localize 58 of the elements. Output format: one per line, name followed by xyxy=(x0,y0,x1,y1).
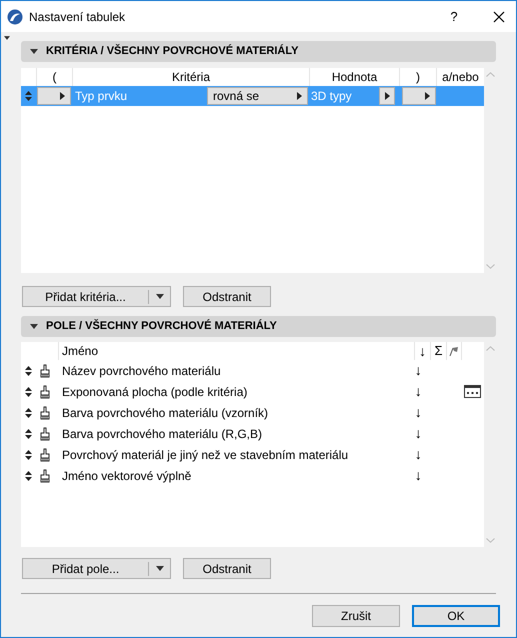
caret-right-icon xyxy=(297,92,302,100)
sort-indicator: ↓ xyxy=(414,361,423,380)
help-button[interactable]: ? xyxy=(440,6,468,26)
dots-icon xyxy=(467,391,478,397)
table-cell-text: 3D typy xyxy=(311,88,353,105)
table-cell-text: Barva povrchového materiálu (vzorník) xyxy=(60,404,270,422)
dropdown[interactable] xyxy=(37,87,71,105)
table-row[interactable]: Typ prvku rovná se 3D typy xyxy=(21,86,484,106)
table-cell-text: Exponovaná plocha (podle kritéria) xyxy=(60,384,248,400)
collapse-icon[interactable] xyxy=(4,36,10,40)
table-cell-text: Barva povrchového materiálu (R,G,B) xyxy=(60,426,264,442)
sum-column-header[interactable]: Σ xyxy=(430,342,446,360)
sort-indicator: ↓ xyxy=(414,466,423,485)
caret-down-icon xyxy=(30,324,38,329)
dialog-button[interactable]: OK xyxy=(412,605,500,627)
dropdown[interactable] xyxy=(402,87,436,105)
table-cell-text: Název povrchového materiálu xyxy=(60,362,222,380)
flag-icon[interactable] xyxy=(449,346,459,356)
dropdown[interactable] xyxy=(379,87,395,105)
split-button[interactable]: Přidat kritéria... xyxy=(22,286,171,307)
caret-down-icon xyxy=(156,294,164,299)
reorder-icon[interactable] xyxy=(24,386,32,396)
caret-right-icon xyxy=(425,92,430,100)
caret-down-icon xyxy=(156,566,164,571)
sort-indicator: ↓ xyxy=(414,403,423,422)
column-header[interactable]: Jméno xyxy=(59,342,414,360)
table-cell-text: Typ prvku xyxy=(75,88,128,105)
remove-button[interactable]: Odstranit xyxy=(183,286,271,307)
close-icon xyxy=(493,10,505,22)
caret-right-icon xyxy=(385,92,390,100)
dialog-button[interactable]: Zrušit xyxy=(312,605,400,627)
sort-indicator: ↓ xyxy=(414,445,423,464)
window-title: Nastavení tabulek xyxy=(29,8,126,26)
table-cell-text: Povrchový materiál je jiný než ve stavebním materiálu xyxy=(60,446,350,464)
settings-button[interactable] xyxy=(464,385,481,398)
reorder-icon[interactable] xyxy=(24,450,32,460)
sort-indicator: ↓ xyxy=(414,424,423,443)
brush-icon xyxy=(38,384,51,398)
section-header[interactable]: POLE / VŠECHNY POVRCHOVÉ MATERIÁLY xyxy=(21,316,496,337)
section-header[interactable]: KRITÉRIA / VŠECHNY POVRCHOVÉ MATERIÁLY xyxy=(21,41,496,62)
reorder-icon[interactable] xyxy=(24,408,32,418)
sort-indicator: ↓ xyxy=(414,382,423,401)
app-logo-icon xyxy=(7,8,23,24)
brush-icon xyxy=(38,426,51,440)
brush-icon xyxy=(38,448,51,462)
dropdown[interactable]: rovná se xyxy=(207,87,308,105)
reorder-icon[interactable] xyxy=(24,428,32,438)
remove-button[interactable]: Odstranit xyxy=(183,558,271,579)
caret-right-icon xyxy=(60,92,65,100)
caret-down-icon xyxy=(30,49,38,54)
sort-column-header[interactable]: ↓ xyxy=(414,342,430,360)
reorder-icon[interactable] xyxy=(24,366,32,376)
brush-icon xyxy=(38,468,51,482)
table-cell-text: Jméno vektorové výplně xyxy=(60,468,192,484)
reorder-icon[interactable] xyxy=(24,470,32,480)
split-button[interactable]: Přidat pole... xyxy=(22,558,171,579)
brush-icon xyxy=(38,364,51,378)
brush-icon xyxy=(38,406,51,420)
